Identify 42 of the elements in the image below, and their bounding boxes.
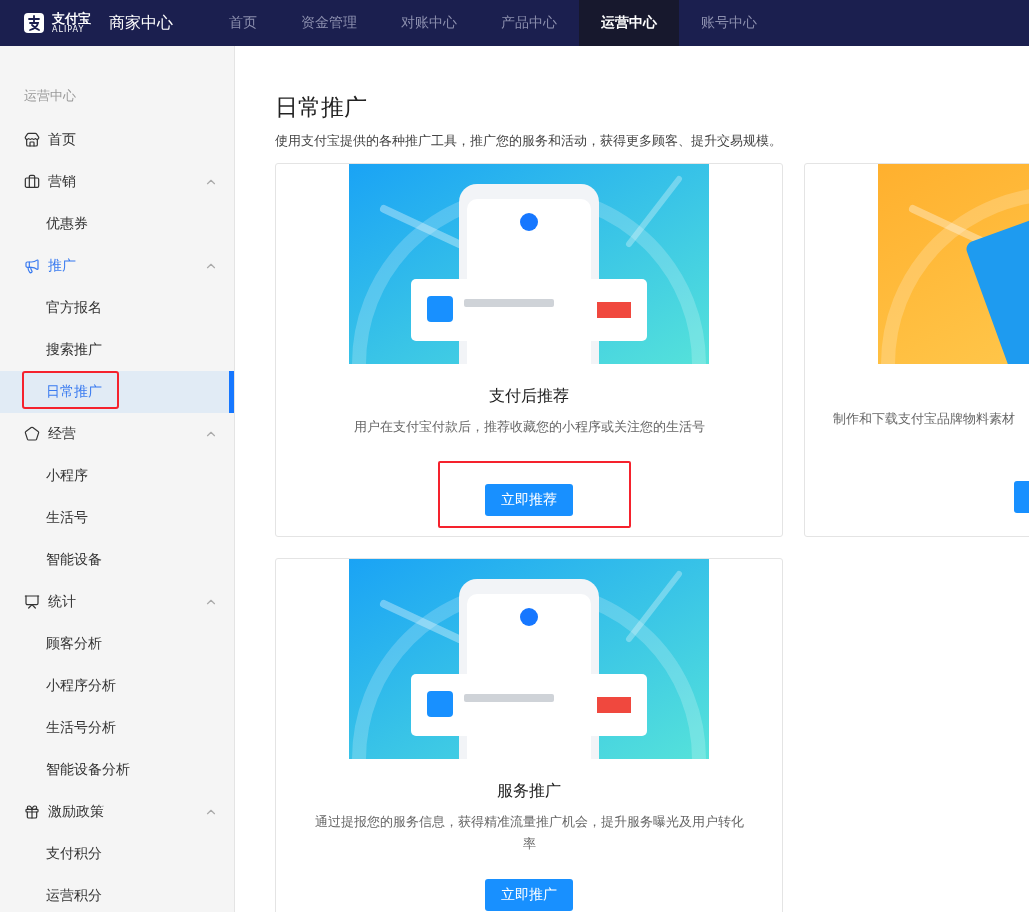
sidebar-subitem[interactable]: 生活号 bbox=[0, 497, 234, 539]
nav-tab[interactable]: 账号中心 bbox=[679, 0, 779, 46]
sidebar-subitem[interactable]: 支付积分 bbox=[0, 833, 234, 875]
sidebar-subitem[interactable]: 智能设备 bbox=[0, 539, 234, 581]
sidebar-subitem[interactable]: 小程序分析 bbox=[0, 665, 234, 707]
page-description: 使用支付宝提供的各种推广工具，推广您的服务和活动，获得更多顾客、提升交易规模。 bbox=[275, 132, 783, 150]
sidebar-item[interactable]: 营销 bbox=[0, 161, 234, 203]
nav-tab[interactable]: 资金管理 bbox=[279, 0, 379, 46]
sidebar-subitem[interactable]: 生活号分析 bbox=[0, 707, 234, 749]
sidebar-subitem[interactable]: 运营积分 bbox=[0, 875, 234, 912]
pentagon-icon bbox=[24, 426, 40, 442]
presentation-chart-icon bbox=[24, 594, 40, 610]
sidebar-subitem[interactable]: 优惠券 bbox=[0, 203, 234, 245]
nav-tab[interactable]: 产品中心 bbox=[479, 0, 579, 46]
card-title: 支付后推荐 bbox=[489, 385, 569, 407]
megaphone-icon bbox=[24, 258, 40, 274]
card-title: 服务推广 bbox=[497, 780, 561, 802]
sidebar-title: 运营中心 bbox=[23, 87, 77, 105]
sidebar-subitem[interactable]: 搜索推广 bbox=[0, 329, 234, 371]
logo-subtitle: ALIPAY bbox=[52, 26, 85, 34]
sidebar-item[interactable]: 激励政策 bbox=[0, 791, 234, 833]
gift-icon bbox=[24, 804, 40, 820]
card-description: 制作和下载支付宝品牌物料素材 bbox=[832, 410, 1016, 428]
sidebar-item[interactable]: 推广 bbox=[0, 245, 234, 287]
card-description: 通过提报您的服务信息，获得精准流量推广机会，提升服务曝光及用户转化率 bbox=[313, 813, 745, 853]
sidebar-subitem[interactable]: 顾客分析 bbox=[0, 623, 234, 665]
logo-icon bbox=[24, 13, 44, 33]
nav-tab[interactable]: 运营中心 bbox=[579, 0, 679, 46]
card-description: 用户在支付宝付款后，推荐收藏您的小程序或关注您的生活号 bbox=[352, 418, 706, 436]
nav-tab[interactable]: 对账中心 bbox=[379, 0, 479, 46]
sidebar-item[interactable]: 首页 bbox=[0, 119, 234, 161]
sidebar-item[interactable]: 经营 bbox=[0, 413, 234, 455]
briefcase-icon bbox=[24, 174, 40, 190]
store-icon bbox=[24, 132, 40, 148]
sidebar-subitem[interactable]: 官方报名 bbox=[0, 287, 234, 329]
sidebar-item[interactable]: 统计 bbox=[0, 581, 234, 623]
sidebar-subitem[interactable]: 智能设备分析 bbox=[0, 749, 234, 791]
logo-name: 支付宝 bbox=[52, 12, 91, 25]
sidebar-subitem[interactable]: 小程序 bbox=[0, 455, 234, 497]
page-title: 日常推广 bbox=[275, 93, 368, 122]
nav-tab[interactable]: 首页 bbox=[207, 0, 279, 46]
app-title: 商家中心 bbox=[109, 12, 173, 34]
